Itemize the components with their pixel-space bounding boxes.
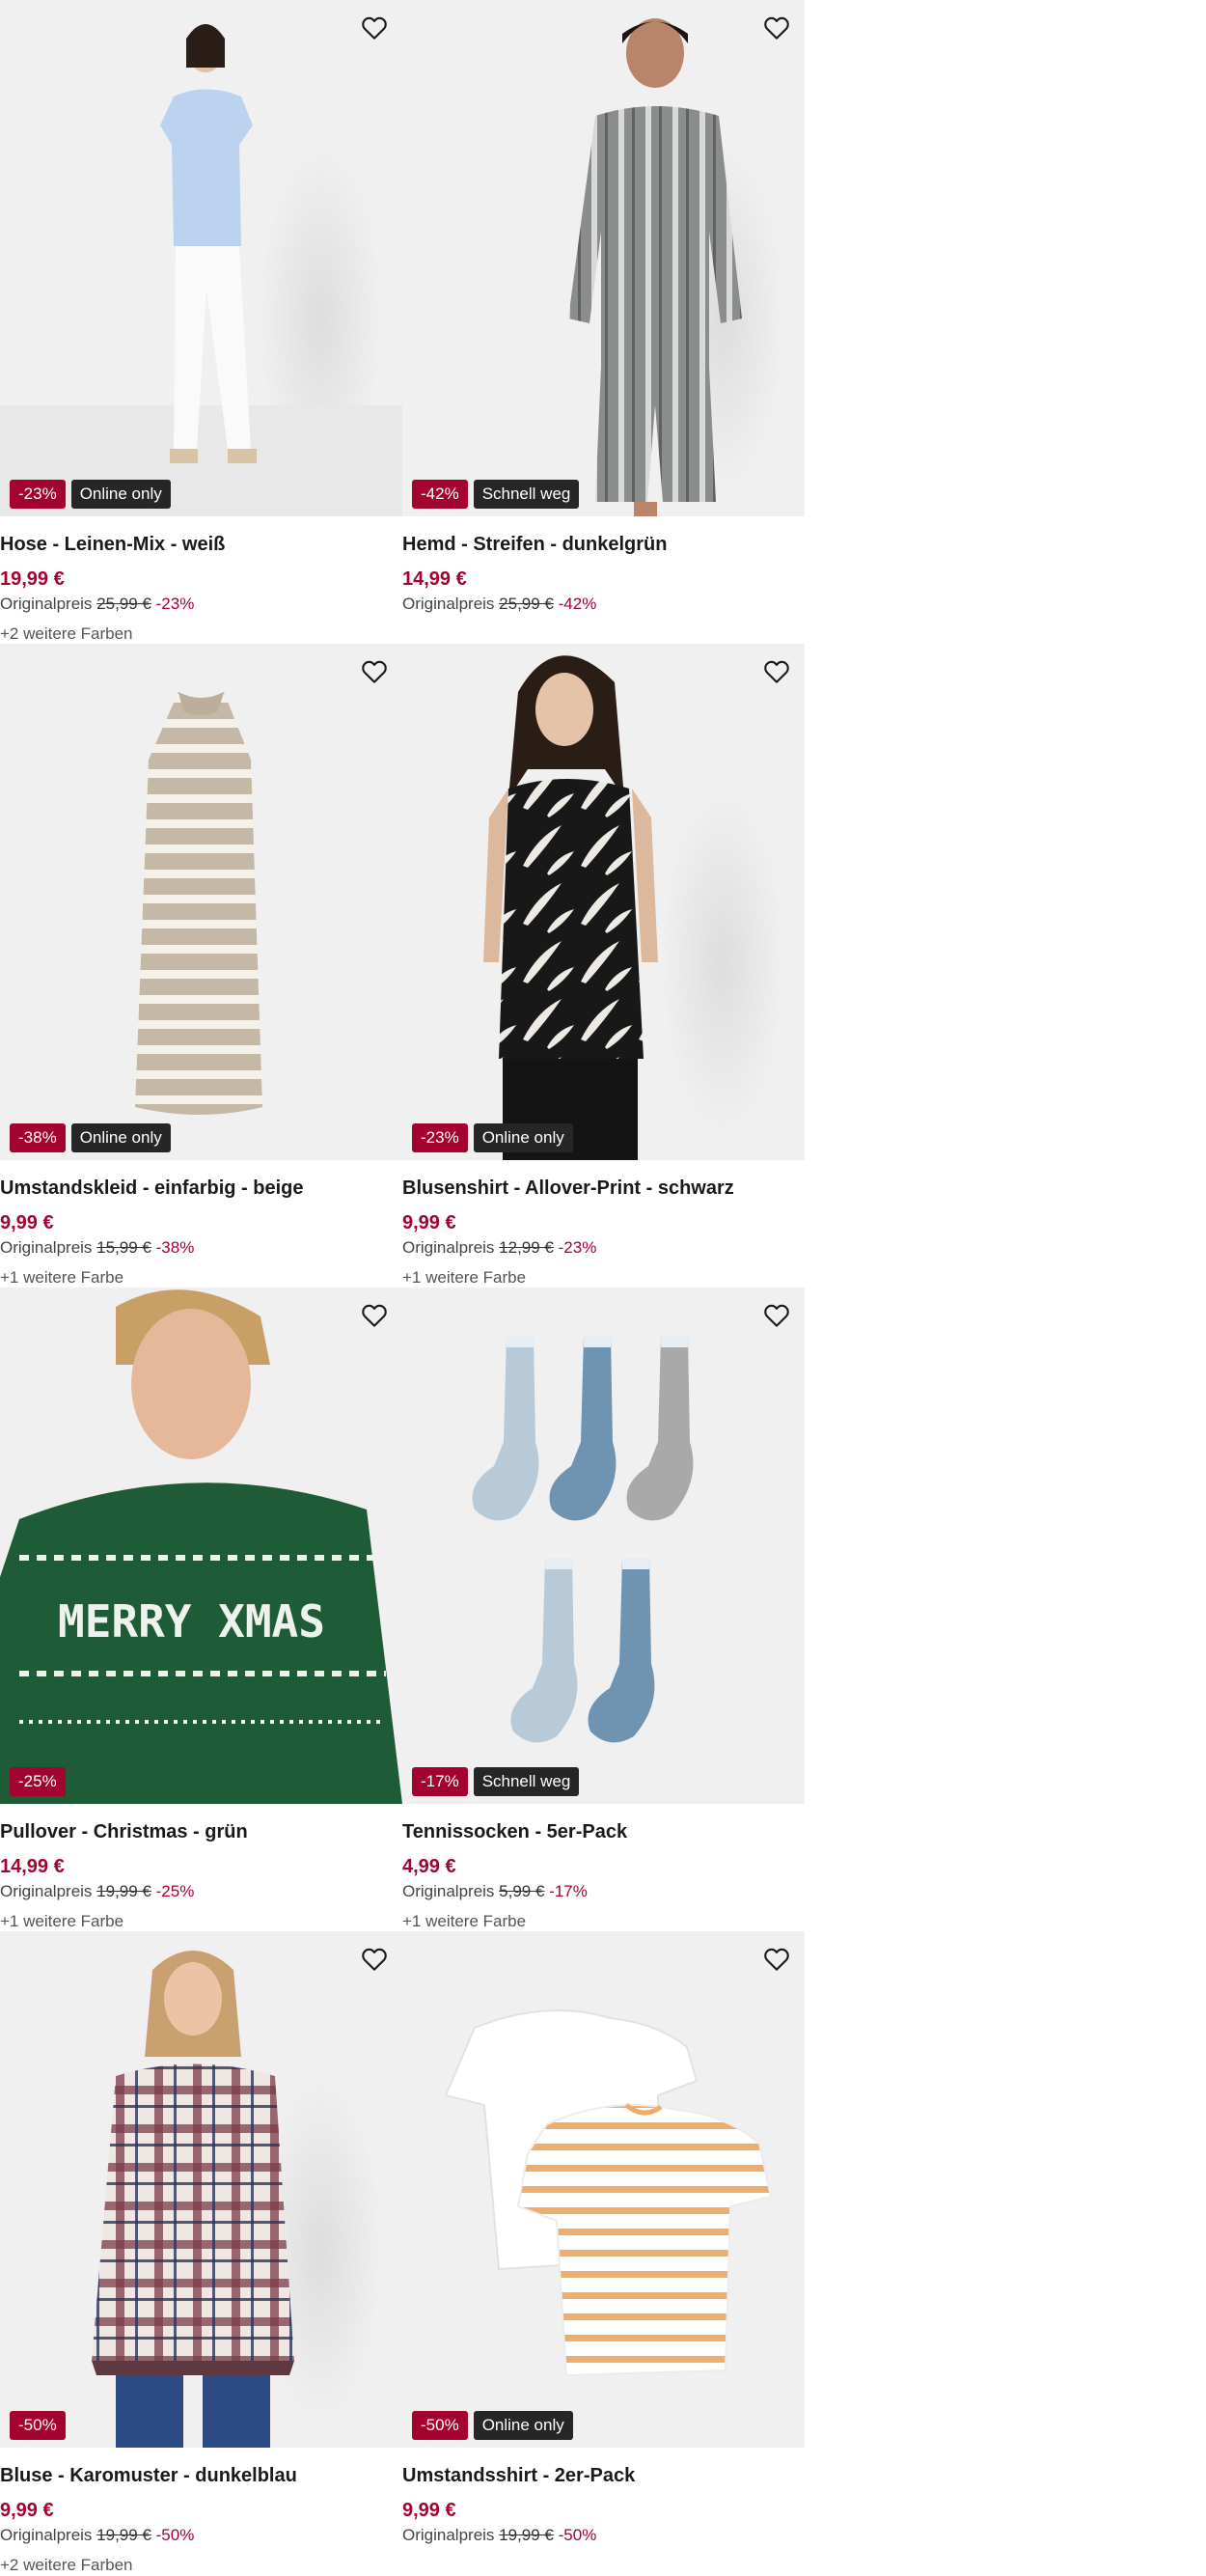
original-price: 19,99 €	[96, 2526, 151, 2544]
product-image[interactable]: MERRY XMAS -25%	[0, 1288, 402, 1804]
original-price-line: Originalpreis 25,99 € -23%	[0, 594, 402, 615]
discount-badge: -25%	[10, 1767, 66, 1796]
more-colors-link[interactable]: +2 weitere Farben	[0, 2554, 402, 2576]
original-price: 19,99 €	[499, 2526, 554, 2544]
original-price-label: Originalpreis	[402, 2526, 495, 2544]
product-card[interactable]: -42% Schnell weg Hemd - Streifen - dunke…	[402, 0, 805, 644]
info-badge: Online only	[473, 1123, 573, 1152]
discount-percent: -25%	[155, 1882, 195, 1900]
discount-percent: -23%	[155, 595, 195, 613]
product-price: 9,99 €	[0, 2500, 54, 2521]
product-image[interactable]: -50%	[0, 1931, 402, 2448]
product-image[interactable]: -50% Online only	[402, 1931, 805, 2448]
product-price: 9,99 €	[402, 2500, 456, 2521]
discount-percent: -50%	[155, 2526, 195, 2544]
discount-badge: -23%	[10, 480, 66, 509]
product-title[interactable]: Blusenshirt - Allover-Print - schwarz	[402, 1175, 805, 1202]
discount-badge: -50%	[412, 2411, 468, 2440]
original-price-label: Originalpreis	[0, 1238, 93, 1257]
product-price: 4,99 €	[402, 1856, 456, 1877]
wishlist-heart-icon[interactable]	[760, 655, 793, 688]
more-colors-link[interactable]: +2 weitere Farben	[0, 623, 402, 646]
product-image[interactable]: -38% Online only	[0, 644, 402, 1160]
wishlist-heart-icon[interactable]	[358, 12, 391, 44]
original-price-line: Originalpreis 19,99 € -25%	[0, 1881, 402, 1902]
product-card[interactable]: -38% Online only Umstandskleid - einfarb…	[0, 644, 402, 1288]
product-title[interactable]: Hose - Leinen-Mix - weiß	[0, 531, 402, 558]
original-price: 25,99 €	[499, 595, 554, 613]
product-card[interactable]: -23% Online only Hose - Leinen-Mix - wei…	[0, 0, 402, 644]
original-price: 5,99 €	[499, 1882, 545, 1900]
original-price: 25,99 €	[96, 595, 151, 613]
original-price-line: Originalpreis 25,99 € -42%	[402, 594, 805, 615]
more-colors-link[interactable]: +1 weitere Farbe	[0, 1266, 402, 1289]
original-price-label: Originalpreis	[402, 595, 495, 613]
discount-badge: -42%	[412, 480, 468, 509]
original-price-line: Originalpreis 19,99 € -50%	[0, 2525, 402, 2546]
discount-badge: -50%	[10, 2411, 66, 2440]
product-title[interactable]: Pullover - Christmas - grün	[0, 1818, 402, 1845]
discount-percent: -23%	[558, 1238, 597, 1257]
product-image[interactable]: -23% Online only	[0, 0, 402, 516]
product-price: 19,99 €	[0, 568, 65, 590]
more-colors-link[interactable]: +1 weitere Farbe	[402, 1266, 805, 1289]
more-colors-link[interactable]: +1 weitere Farbe	[402, 1910, 805, 1933]
wishlist-heart-icon[interactable]	[760, 12, 793, 44]
info-badge: Schnell weg	[473, 480, 580, 509]
wishlist-heart-icon[interactable]	[358, 655, 391, 688]
product-price: 14,99 €	[0, 1856, 65, 1877]
original-price-label: Originalpreis	[0, 1882, 93, 1900]
product-image[interactable]: -17% Schnell weg	[402, 1288, 805, 1804]
original-price-line: Originalpreis 12,99 € -23%	[402, 1237, 805, 1259]
product-card[interactable]: -50% Online only Umstandsshirt - 2er-Pac…	[402, 1931, 805, 2575]
product-title[interactable]: Tennissocken - 5er-Pack	[402, 1818, 805, 1845]
discount-percent: -17%	[549, 1882, 588, 1900]
product-price: 9,99 €	[0, 1212, 54, 1233]
original-price-label: Originalpreis	[0, 595, 93, 613]
original-price-line: Originalpreis 19,99 € -50%	[402, 2525, 805, 2546]
original-price: 19,99 €	[96, 1882, 151, 1900]
product-title[interactable]: Hemd - Streifen - dunkelgrün	[402, 531, 805, 558]
product-image[interactable]: -23% Online only	[402, 644, 805, 1160]
product-grid: -23% Online only Hose - Leinen-Mix - wei…	[0, 0, 805, 2575]
sweater-print-text: MERRY XMAS	[58, 1595, 325, 1648]
product-card[interactable]: -23% Online only Blusenshirt - Allover-P…	[402, 644, 805, 1288]
wishlist-heart-icon[interactable]	[358, 1943, 391, 1976]
product-card[interactable]: MERRY XMAS -25% Pullover - Christmas - g…	[0, 1288, 402, 1931]
product-price: 9,99 €	[402, 1212, 456, 1233]
discount-percent: -38%	[155, 1238, 195, 1257]
product-title[interactable]: Umstandskleid - einfarbig - beige	[0, 1175, 402, 1202]
more-colors-link[interactable]: +1 weitere Farbe	[0, 1910, 402, 1933]
original-price: 15,99 €	[96, 1238, 151, 1257]
original-price-label: Originalpreis	[0, 2526, 93, 2544]
original-price-line: Originalpreis 5,99 € -17%	[402, 1881, 805, 1902]
discount-percent: -42%	[558, 595, 597, 613]
info-badge: Online only	[70, 480, 171, 509]
original-price: 12,99 €	[499, 1238, 554, 1257]
product-card[interactable]: -17% Schnell weg Tennissocken - 5er-Pack…	[402, 1288, 805, 1931]
discount-badge: -38%	[10, 1123, 66, 1152]
original-price-label: Originalpreis	[402, 1238, 495, 1257]
discount-badge: -17%	[412, 1767, 468, 1796]
info-badge: Schnell weg	[473, 1767, 580, 1796]
info-badge: Online only	[473, 2411, 573, 2440]
product-title[interactable]: Bluse - Karomuster - dunkelblau	[0, 2462, 402, 2489]
product-image[interactable]: -42% Schnell weg	[402, 0, 805, 516]
discount-badge: -23%	[412, 1123, 468, 1152]
wishlist-heart-icon[interactable]	[358, 1299, 391, 1332]
wishlist-heart-icon[interactable]	[760, 1299, 793, 1332]
info-badge: Online only	[70, 1123, 171, 1152]
original-price-line: Originalpreis 15,99 € -38%	[0, 1237, 402, 1259]
product-card[interactable]: -50% Bluse - Karomuster - dunkelblau 9,9…	[0, 1931, 402, 2575]
product-price: 14,99 €	[402, 568, 467, 590]
original-price-label: Originalpreis	[402, 1882, 495, 1900]
product-title[interactable]: Umstandsshirt - 2er-Pack	[402, 2462, 805, 2489]
wishlist-heart-icon[interactable]	[760, 1943, 793, 1976]
discount-percent: -50%	[558, 2526, 597, 2544]
